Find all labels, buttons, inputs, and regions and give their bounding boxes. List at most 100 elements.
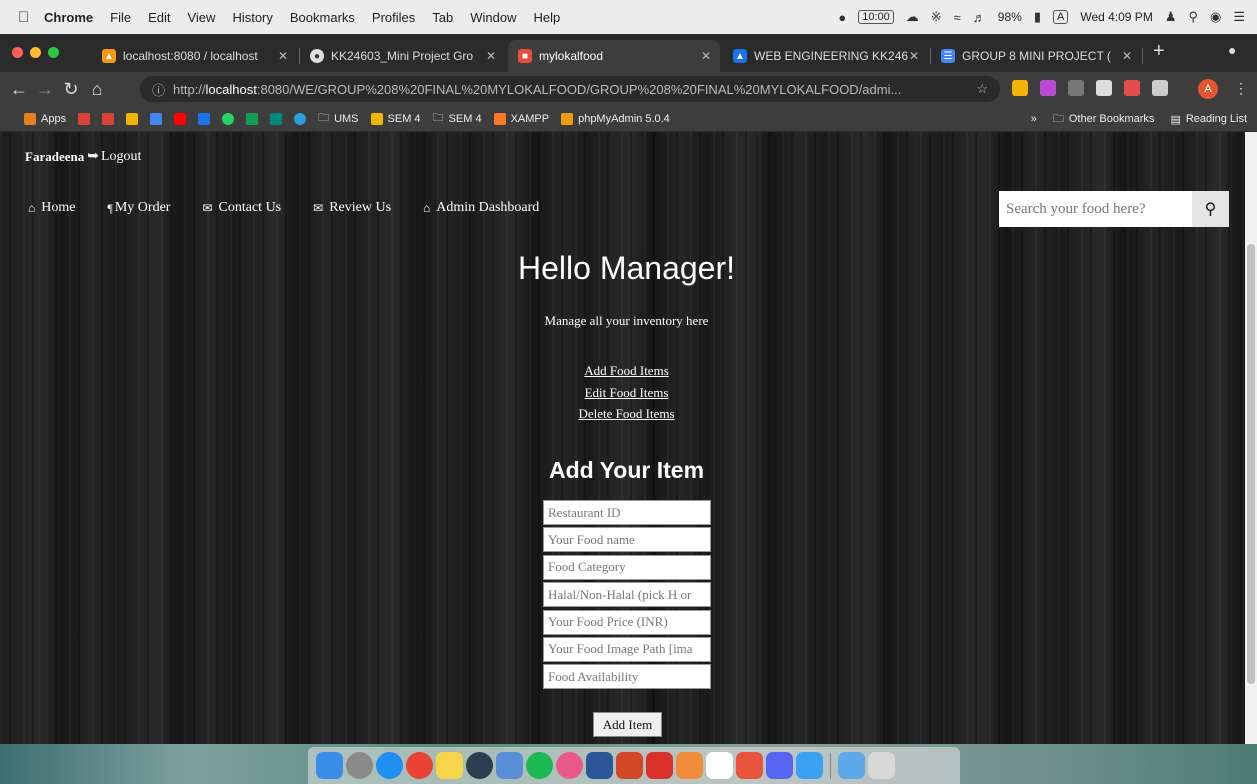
chrome-icon[interactable]: [406, 752, 433, 779]
search-input[interactable]: [999, 191, 1192, 227]
finder-icon[interactable]: [316, 752, 343, 779]
status-app-icon[interactable]: ●: [838, 10, 846, 25]
close-window-icon[interactable]: [12, 47, 23, 58]
menubar-datetime[interactable]: Wed 4:09 PM: [1080, 10, 1152, 24]
bookmark-star-icon[interactable]: ☆: [976, 81, 988, 97]
nav-review-us[interactable]: ✉ Review Us: [313, 200, 391, 216]
notion-icon[interactable]: [706, 752, 733, 779]
extension-w-icon[interactable]: [1040, 80, 1056, 96]
food-name-field[interactable]: [543, 527, 711, 553]
tab-phpmyadmin[interactable]: ▲ localhost:8080 / localhost ✕: [92, 40, 297, 72]
restaurant-id-field[interactable]: [543, 500, 711, 525]
extension-drive-icon[interactable]: [1012, 80, 1028, 96]
menu-file[interactable]: File: [110, 10, 131, 25]
close-tab-icon[interactable]: ✕: [701, 49, 711, 63]
bookmark-sem4-drive[interactable]: SEM 4: [370, 112, 421, 125]
search-button[interactable]: ⚲: [1192, 191, 1229, 227]
minimize-window-icon[interactable]: [30, 47, 41, 58]
bookmark-docs[interactable]: [150, 112, 163, 125]
food-image-path-field[interactable]: [543, 636, 711, 662]
xampp-icon[interactable]: [676, 752, 703, 779]
page-scrollbar[interactable]: [1245, 132, 1257, 744]
nav-admin-dashboard[interactable]: ⌂ Admin Dashboard: [423, 200, 539, 216]
tab-mini-project[interactable]: ● KK24603_Mini Project Gro ✕: [300, 40, 505, 72]
launchpad-icon[interactable]: [346, 752, 373, 779]
chrome-menu-icon[interactable]: ⋮: [1234, 80, 1248, 97]
bookmark-telegram[interactable]: [294, 112, 307, 125]
eclipse-icon[interactable]: [466, 752, 493, 779]
word-icon[interactable]: [586, 752, 613, 779]
reading-list[interactable]: ▤ Reading List: [1170, 113, 1247, 126]
battery-percent[interactable]: 98%: [998, 10, 1022, 24]
halal-field[interactable]: [543, 582, 711, 608]
downloads-folder-icon[interactable]: [838, 752, 865, 779]
volume-icon[interactable]: ♬: [973, 10, 986, 25]
close-tab-icon[interactable]: ✕: [1122, 49, 1132, 63]
close-tab-icon[interactable]: ✕: [486, 49, 496, 63]
scrollbar-thumb[interactable]: [1247, 244, 1255, 684]
extension-pdf-icon[interactable]: [1124, 80, 1140, 96]
nav-my-order[interactable]: ¶ My Order: [107, 200, 170, 216]
bookmark-gmail-2[interactable]: [102, 112, 115, 125]
clock-badge[interactable]: 10:00: [858, 10, 894, 24]
extension-gear-icon[interactable]: [1068, 80, 1084, 96]
extensions-puzzle-icon[interactable]: [1152, 80, 1168, 96]
menu-bookmarks[interactable]: Bookmarks: [290, 10, 355, 25]
menu-history[interactable]: History: [232, 10, 272, 25]
extension-cast-icon[interactable]: [1096, 80, 1112, 96]
trash-icon[interactable]: [868, 752, 895, 779]
bookmark-drive[interactable]: [126, 112, 139, 125]
battery-icon[interactable]: ▮: [1034, 9, 1041, 25]
menu-chrome[interactable]: Chrome: [44, 10, 93, 25]
home-icon[interactable]: ⌂: [84, 79, 110, 100]
bookmark-other[interactable]: 🗀 Other Bookmarks: [1053, 110, 1155, 129]
new-tab-icon[interactable]: +: [1153, 40, 1165, 63]
info-icon[interactable]: ⓘ: [152, 80, 165, 99]
control-center-icon[interactable]: ☰: [1233, 9, 1245, 25]
food-availability-field[interactable]: [543, 664, 711, 690]
menu-view[interactable]: View: [187, 10, 215, 25]
address-bar[interactable]: ⓘ http://localhost:8080/WE/GROUP%208%20F…: [140, 76, 1000, 102]
close-tab-icon[interactable]: ✕: [278, 49, 288, 63]
apple-menu-icon[interactable]: : [18, 9, 44, 26]
bookmark-classroom[interactable]: [246, 112, 259, 125]
discord-icon[interactable]: [766, 752, 793, 779]
app-store-icon[interactable]: [796, 752, 823, 779]
acrobat-icon[interactable]: [646, 752, 673, 779]
input-source-icon[interactable]: A: [1052, 10, 1069, 24]
bookmark-phpmyadmin[interactable]: phpMyAdmin 5.0.4: [561, 112, 670, 125]
cloud-icon[interactable]: ☁: [906, 9, 919, 25]
tab-mylokalfood[interactable]: ■ mylokalfood ✕: [508, 40, 720, 72]
bookmark-whatsapp[interactable]: [222, 112, 235, 125]
tab-group8-doc[interactable]: ☰ GROUP 8 MINI PROJECT ( ✕: [931, 40, 1141, 72]
bookmark-meet[interactable]: [270, 112, 283, 125]
bookmark-tasks[interactable]: [198, 112, 211, 125]
nav-home[interactable]: ⌂ Home: [28, 200, 75, 216]
siri-icon[interactable]: ◉: [1210, 9, 1221, 25]
delete-food-items-link[interactable]: Delete Food Items: [0, 403, 1245, 425]
menu-profiles[interactable]: Profiles: [372, 10, 415, 25]
close-tab-icon[interactable]: ✕: [909, 49, 919, 63]
add-food-items-link[interactable]: Add Food Items: [0, 360, 1245, 382]
back-icon[interactable]: ←: [6, 79, 32, 100]
more-bookmarks-chevron[interactable]: »: [1031, 113, 1037, 125]
maximize-window-icon[interactable]: [48, 47, 59, 58]
bookmark-apps[interactable]: Apps: [24, 112, 66, 125]
reload-icon[interactable]: ↻: [58, 79, 84, 100]
menu-edit[interactable]: Edit: [148, 10, 170, 25]
safari-icon[interactable]: [376, 752, 403, 779]
bookmark-gmail-1[interactable]: [78, 112, 91, 125]
food-category-field[interactable]: [543, 554, 711, 580]
add-item-button[interactable]: Add Item: [593, 712, 662, 737]
menu-help[interactable]: Help: [534, 10, 561, 25]
wifi-icon[interactable]: ≈: [954, 10, 961, 25]
food-price-field[interactable]: [543, 609, 711, 635]
spotify-icon[interactable]: [526, 752, 553, 779]
bookmark-xampp[interactable]: XAMPP: [493, 112, 549, 125]
spotlight-icon[interactable]: ⚲: [1188, 9, 1198, 25]
notes-icon[interactable]: [436, 752, 463, 779]
preview-icon[interactable]: [496, 752, 523, 779]
powerpoint-icon[interactable]: [616, 752, 643, 779]
tab-search-icon[interactable]: ●: [1228, 42, 1236, 58]
menu-tab[interactable]: Tab: [432, 10, 453, 25]
